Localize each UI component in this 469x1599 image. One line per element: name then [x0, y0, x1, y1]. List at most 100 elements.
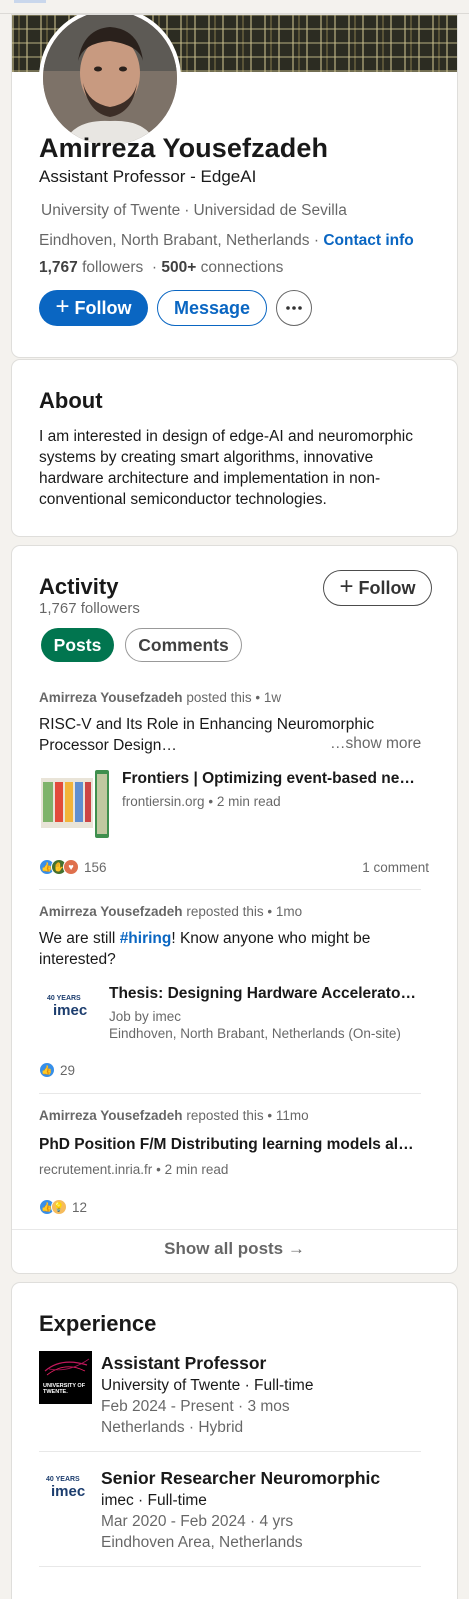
imec-years: 40 YEARS [46, 1476, 80, 1483]
experience-company: University of Twente · Full-time [101, 1377, 314, 1394]
imec-wordmark: imec [53, 1002, 88, 1019]
post-age: 11mo [275, 1108, 309, 1123]
job-title[interactable]: Thesis: Designing Hardware Accelerator… [109, 985, 421, 1003]
activity-title: Activity [39, 574, 119, 599]
tab-posts[interactable]: Posts [41, 628, 114, 662]
separator: · [313, 232, 320, 249]
about-card: About I am interested in design of edge-… [11, 359, 458, 537]
separator: • [267, 1108, 273, 1123]
post-action: reposted this [186, 1108, 264, 1123]
experience-location: Netherlands · Hybrid [101, 1419, 244, 1436]
follow-label: Follow [74, 297, 132, 318]
separator: • [156, 1162, 161, 1177]
experience-job-title[interactable]: Assistant Professor [101, 1353, 266, 1374]
article-thumbnail-image [39, 768, 110, 839]
profile-location: Eindhoven, North Brabant, Netherlands · … [39, 232, 414, 250]
article-domain: frontiersin.org [122, 794, 205, 809]
job-location: Eindhoven, North Brabant, Netherlands (O… [109, 1026, 401, 1041]
post-action: posted this [186, 690, 252, 705]
experience-job-title[interactable]: Senior Researcher Neuromorphic [101, 1468, 380, 1489]
separator: • [208, 794, 214, 809]
article-source: frontiersin.org • 2 min read [122, 794, 281, 809]
profile-education: University of Twente · Universidad de Sevi… [41, 202, 347, 220]
twente-logo-art [39, 1351, 92, 1404]
experience-divider [39, 1451, 421, 1452]
experience-company: imec · Full-time [101, 1492, 207, 1509]
about-title: About [39, 388, 103, 413]
profile-card: Amirreza Yousefzadeh Assistant Professor… [11, 14, 458, 358]
article-title[interactable]: Frontiers | Optimizing event-based ne… [122, 770, 420, 788]
article-title[interactable]: PhD Position F/M Distributing learning m… [39, 1136, 421, 1154]
imec-years: 40 YEARS [47, 995, 81, 1002]
avatar[interactable] [39, 15, 181, 149]
reaction-count: 29 [60, 1062, 76, 1078]
connections-label[interactable]: connections [201, 259, 284, 276]
post-divider [39, 1093, 421, 1094]
experience-card: Experience UNIVERSITY OF TWENTE. Assista… [11, 1282, 458, 1599]
separator: • [255, 690, 261, 705]
post-author[interactable]: Amirreza Yousefzadeh [39, 690, 183, 705]
plus-icon: + [55, 293, 70, 320]
show-all-divider [12, 1229, 457, 1230]
education-item[interactable]: Universidad de Sevilla [193, 202, 346, 219]
post-text-prefix: We are still [39, 930, 120, 947]
post-meta: Amirreza Yousefzadeh reposted this • 1mo [39, 904, 302, 919]
post-action: reposted this [186, 904, 264, 919]
browser-top-strip [0, 0, 469, 14]
university-of-twente-logo[interactable]: UNIVERSITY OF TWENTE. [39, 1351, 92, 1404]
post-text[interactable]: We are still #hiring! Know anyone who mi… [39, 928, 421, 970]
location-text: Eindhoven, North Brabant, Netherlands [39, 232, 310, 249]
article-thumbnail[interactable] [39, 768, 110, 839]
activity-follow-button[interactable]: + Follow [323, 570, 432, 606]
connections-count[interactable]: 500+ [161, 259, 196, 276]
message-button[interactable]: Message [157, 290, 267, 326]
post-author[interactable]: Amirreza Yousefzadeh [39, 1108, 183, 1123]
contact-info-link[interactable]: Contact info [323, 232, 413, 249]
more-actions-button[interactable] [276, 290, 312, 326]
imec-logo: 40 YEARS imec [39, 993, 99, 1027]
job-company: Job by imec [109, 1009, 182, 1024]
article-domain: recrutement.inria.fr [39, 1162, 153, 1177]
reactions-summary[interactable]: 👍 💡 12 [39, 1199, 87, 1215]
follow-button[interactable]: + Follow [39, 290, 148, 326]
experience-title: Experience [39, 1311, 157, 1336]
profile-name: Amirreza Yousefzadeh [39, 133, 329, 163]
education-item[interactable]: University of Twente [41, 202, 180, 219]
comments-count[interactable]: 1 comment [362, 860, 429, 875]
post-meta: Amirreza Yousefzadeh posted this • 1w [39, 690, 281, 705]
love-reaction-icon: ♥ [63, 859, 79, 875]
about-text: I am interested in design of edge-AI and… [39, 428, 413, 508]
followers-label[interactable]: followers [82, 259, 143, 276]
post-divider [39, 889, 421, 890]
post-meta: Amirreza Yousefzadeh reposted this • 11m… [39, 1108, 309, 1123]
hashtag-link[interactable]: #hiring [120, 930, 172, 947]
more-icon [286, 306, 302, 310]
reactions-summary[interactable]: 👍 29 [39, 1062, 75, 1078]
profile-headline: Assistant Professor - EdgeAI [39, 167, 257, 186]
followers-count[interactable]: 1,767 [39, 259, 78, 276]
experience-divider [39, 1566, 421, 1567]
reactions-summary[interactable]: 👍 ✋ ♥ 156 [39, 859, 107, 875]
post-age: 1mo [275, 904, 303, 919]
show-more-link[interactable]: …show more [330, 735, 421, 753]
imec-wordmark: imec [51, 1483, 86, 1500]
imec-logo[interactable]: 40 YEARS imec [39, 1471, 92, 1524]
follow-label: Follow [358, 577, 416, 598]
show-all-posts-button[interactable]: Show all posts → [12, 1239, 457, 1259]
tab-comments[interactable]: Comments [125, 628, 242, 662]
avatar-photo [43, 15, 177, 145]
tab-indicator [14, 0, 46, 3]
experience-location: Eindhoven Area, Netherlands [101, 1534, 303, 1551]
activity-card: Activity 1,767 followers + Follow Posts C… [11, 545, 458, 1274]
post-age: 1w [263, 690, 282, 705]
separator: • [267, 904, 273, 919]
activity-followers: 1,767 followers [39, 600, 140, 617]
reaction-count: 12 [72, 1199, 88, 1215]
separator: · [151, 259, 158, 276]
post-author[interactable]: Amirreza Yousefzadeh [39, 904, 183, 919]
article-read-time: 2 min read [216, 794, 281, 809]
twente-logo-text: UNIVERSITY OF TWENTE. [43, 1383, 86, 1395]
reaction-count: 156 [84, 859, 107, 875]
experience-dates: Mar 2020 - Feb 2024 · 4 yrs [101, 1513, 294, 1530]
insightful-reaction-icon: 💡 [51, 1199, 67, 1215]
